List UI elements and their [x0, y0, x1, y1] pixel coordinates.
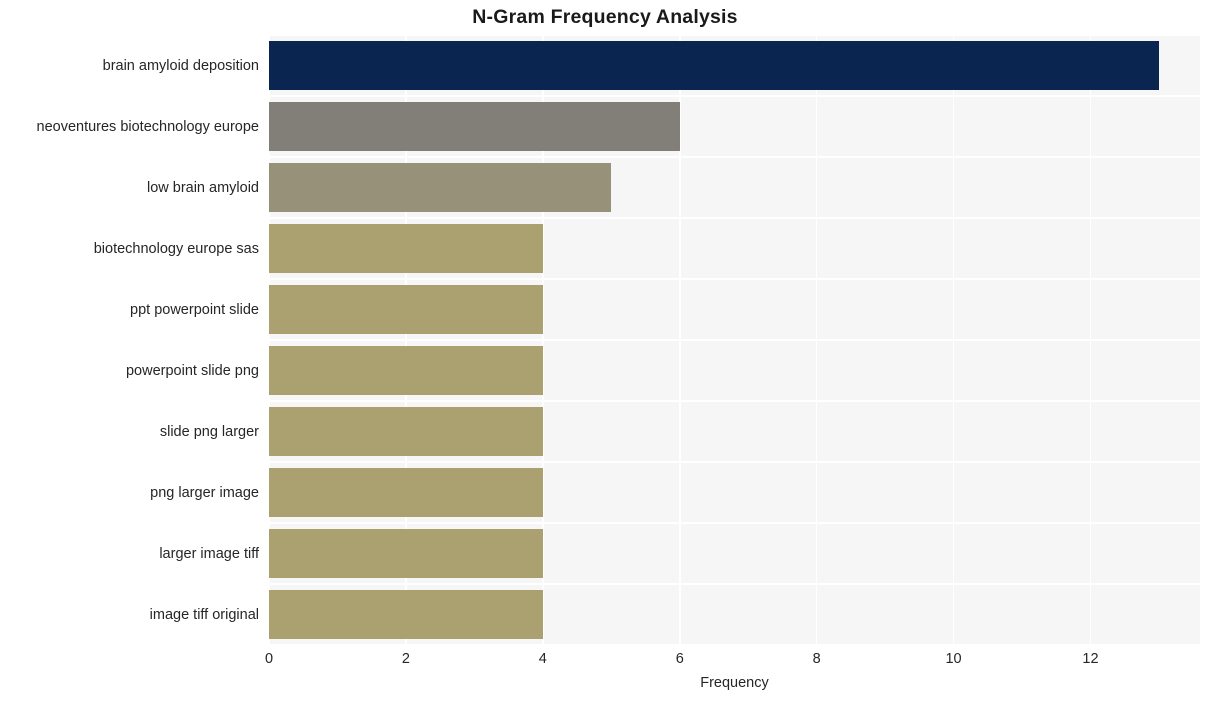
plot-area [268, 34, 1200, 646]
gridline-horizontal [269, 95, 1200, 97]
gridline-horizontal [269, 644, 1200, 646]
chart-title: N-Gram Frequency Analysis [472, 6, 738, 28]
y-axis-tick-label: low brain amyloid [146, 179, 259, 196]
bar [269, 223, 543, 274]
bar [269, 467, 543, 518]
gridline-horizontal [269, 583, 1200, 585]
gridline-horizontal [269, 339, 1200, 341]
y-axis-tick-label: ppt powerpoint slide [130, 301, 259, 318]
bar [269, 589, 543, 640]
x-axis-tick-label: 6 [675, 651, 684, 667]
bar [269, 406, 543, 457]
gridline-horizontal [269, 461, 1200, 463]
y-axis-tick-label: png larger image [150, 484, 259, 501]
gridline-horizontal [269, 522, 1200, 524]
bar [269, 528, 543, 579]
bar [269, 345, 543, 396]
x-axis-tick-label: 2 [401, 651, 410, 667]
gridline-horizontal [269, 400, 1200, 402]
y-axis-tick-label: brain amyloid deposition [102, 57, 259, 74]
gridline-horizontal [269, 217, 1200, 219]
x-axis-tick-label: 0 [264, 651, 274, 667]
y-axis-tick-label: neoventures biotechnology europe [36, 118, 260, 135]
x-axis-tick-label: 8 [812, 651, 821, 667]
y-axis-tick-label: powerpoint slide png [125, 362, 259, 379]
bar [269, 101, 680, 152]
bar [269, 284, 543, 335]
gridline-horizontal [269, 278, 1200, 280]
y-axis-tick-label: larger image tiff [159, 545, 259, 562]
x-axis-tick-label: 10 [945, 651, 962, 667]
y-axis-tick-label: slide png larger [159, 423, 259, 440]
x-axis-tick-label: 12 [1082, 651, 1099, 667]
y-axis-tick-label: biotechnology europe sas [93, 240, 259, 257]
chart-figure: N-Gram Frequency Analysis brain amyloid … [0, 0, 1210, 701]
bar [269, 162, 612, 213]
x-axis-tick-label: 4 [538, 651, 547, 667]
gridline-horizontal [269, 34, 1200, 36]
gridline-horizontal [269, 156, 1200, 158]
x-axis-label: Frequency [700, 675, 769, 691]
bar [269, 40, 1159, 91]
y-axis-tick-label: image tiff original [149, 606, 259, 623]
